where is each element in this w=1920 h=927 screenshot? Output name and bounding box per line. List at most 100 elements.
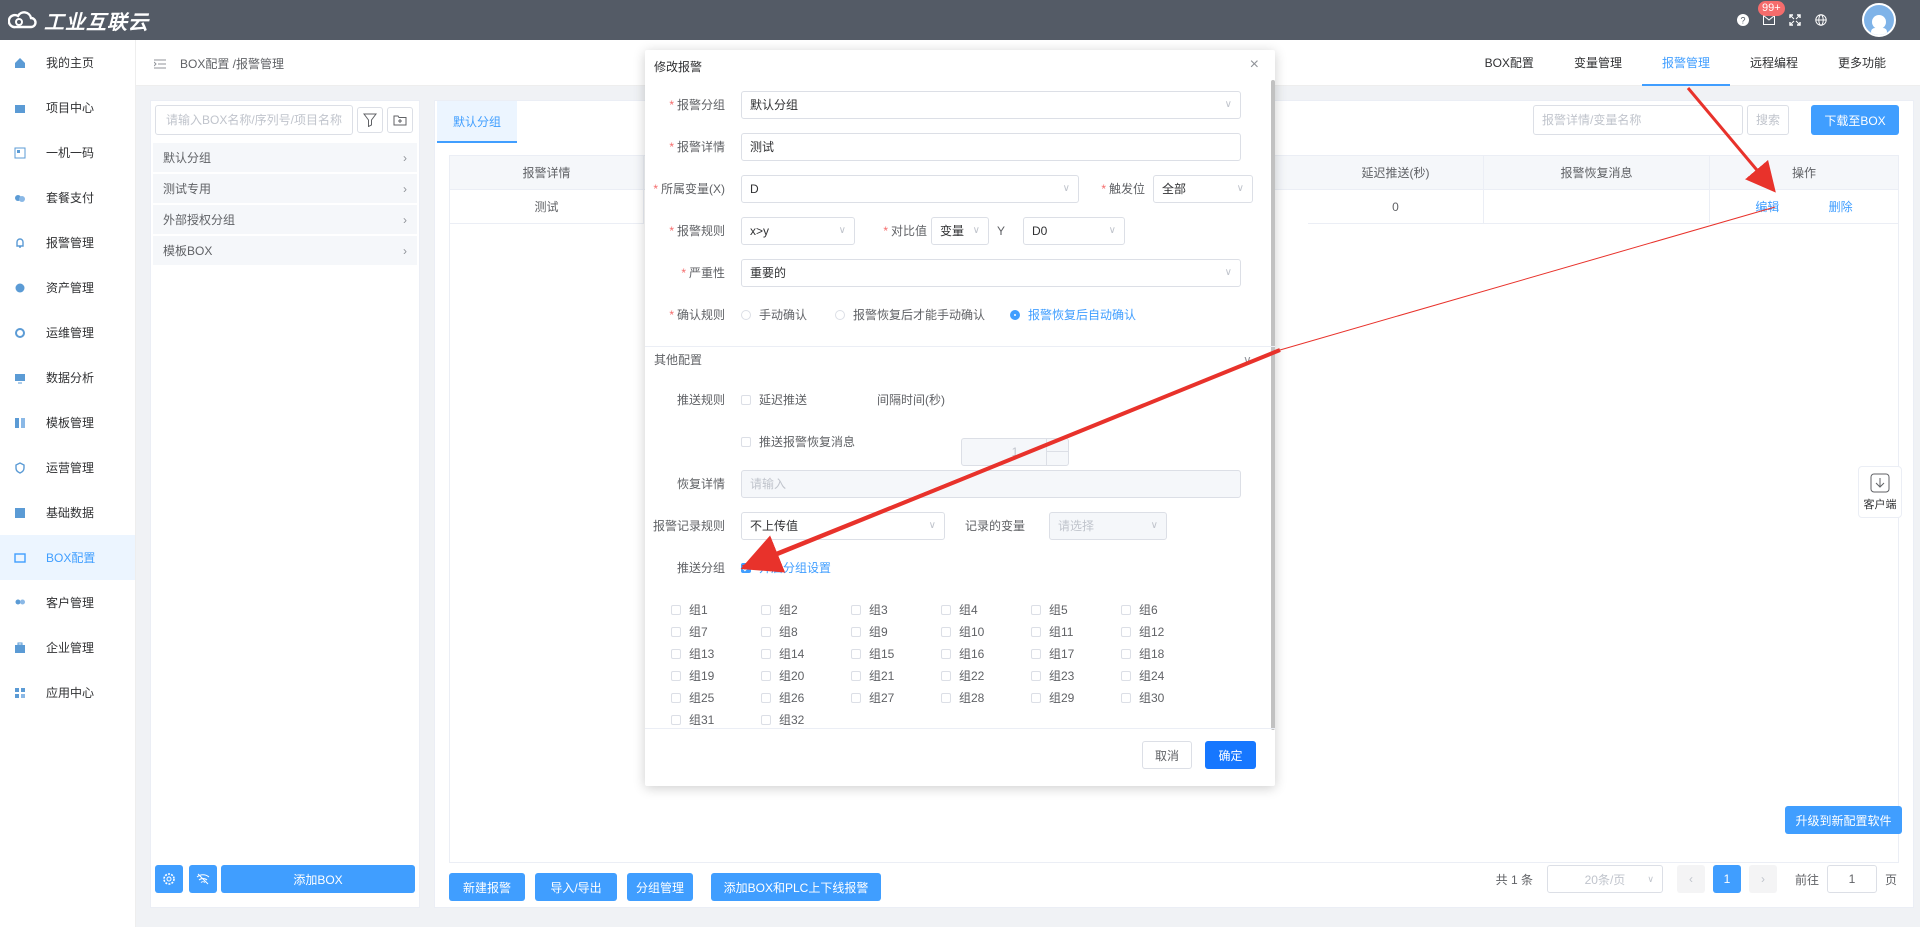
sidebar-item[interactable]: 运营管理 [0, 445, 135, 490]
prev-page-button[interactable]: ‹ [1676, 865, 1705, 893]
group-item[interactable]: 测试专用 › [153, 174, 417, 204]
sidebar-item[interactable]: 报警管理 [0, 220, 135, 265]
radio-confirm-after-restore[interactable]: 报警恢复后才能手动确认 [835, 307, 985, 323]
page-size-select[interactable]: 20条/页 ∨ [1546, 865, 1663, 893]
variable-select[interactable]: D ∨ [741, 175, 1079, 203]
mail-icon[interactable]: 99+ [1758, 1, 1785, 27]
group-checkbox[interactable]: 组16 [941, 646, 984, 662]
next-page-button[interactable]: › [1748, 865, 1777, 893]
restore-detail-input[interactable]: 请输入 [741, 470, 1241, 498]
group-checkbox[interactable]: 组26 [761, 690, 804, 706]
group-checkbox[interactable]: 组12 [1121, 624, 1164, 640]
box-search-input[interactable]: 请输入BOX名称/序列号/项目名称 [155, 105, 353, 135]
trigger-bit-select[interactable]: 全部 ∨ [1153, 175, 1253, 203]
sidebar-item[interactable]: 企业管理 [0, 625, 135, 670]
chevron-down-icon[interactable]: ∨ [1243, 346, 1252, 374]
sidebar-item[interactable]: 基础数据 [0, 490, 135, 535]
sidebar-item[interactable]: 运维管理 [0, 310, 135, 355]
group-checkbox[interactable]: 组21 [851, 668, 894, 684]
group-checkbox[interactable]: 组14 [761, 646, 804, 662]
group-checkbox[interactable]: 组22 [941, 668, 984, 684]
severity-select[interactable]: 重要的 ∨ [741, 259, 1241, 287]
delete-link[interactable]: 删除 [1829, 200, 1853, 214]
group-checkbox[interactable]: 组31 [671, 712, 714, 728]
group-checkbox[interactable]: 组7 [671, 624, 708, 640]
sidebar-item[interactable]: 客户管理 [0, 580, 135, 625]
group-item[interactable]: 默认分组 › [153, 143, 417, 173]
search-button[interactable]: 搜索 [1747, 105, 1789, 135]
group-checkbox[interactable]: 组4 [941, 602, 978, 618]
add-box-plc-alarm-button[interactable]: 添加BOX和PLC上下线报警 [711, 873, 881, 901]
group-checkbox[interactable]: 组17 [1031, 646, 1074, 662]
radio-manual-confirm[interactable]: 手动确认 [741, 307, 807, 323]
group-checkbox[interactable]: 组13 [671, 646, 714, 662]
sidebar-item[interactable]: 数据分析 [0, 355, 135, 400]
sidebar-item[interactable]: 套餐支付 [0, 175, 135, 220]
close-icon[interactable]: × [1250, 56, 1259, 74]
avatar[interactable] [1862, 3, 1896, 37]
cancel-button[interactable]: 取消 [1142, 741, 1192, 769]
dialog-scrollbar[interactable] [1271, 80, 1275, 730]
page-number-current[interactable]: 1 [1712, 865, 1741, 893]
group-checkbox[interactable]: 组20 [761, 668, 804, 684]
group-checkbox[interactable]: 组29 [1031, 690, 1074, 706]
edit-link[interactable]: 编辑 [1755, 200, 1779, 214]
group-item[interactable]: 模板BOX › [153, 236, 417, 266]
group-checkbox[interactable]: 组32 [761, 712, 804, 728]
sidebar-item[interactable]: 应用中心 [0, 670, 135, 715]
tab-alarm-management[interactable]: 报警管理 [1641, 40, 1730, 86]
client-download-widget[interactable]: 客户端 [1858, 466, 1902, 518]
add-box-button[interactable]: 添加BOX [221, 865, 415, 893]
settings-button[interactable] [155, 865, 183, 893]
tab-variable-management[interactable]: 变量管理 [1554, 40, 1642, 86]
sidebar-item[interactable]: 一机一码 [0, 130, 135, 175]
group-checkbox[interactable]: 组28 [941, 690, 984, 706]
fullscreen-icon[interactable] [1788, 13, 1802, 27]
alarm-rule-select[interactable]: x>y ∨ [741, 217, 855, 245]
sidebar-item[interactable]: BOX配置 [0, 535, 135, 580]
group-checkbox[interactable]: 组23 [1031, 668, 1074, 684]
group-checkbox[interactable]: 组5 [1031, 602, 1068, 618]
language-icon[interactable] [1814, 13, 1828, 27]
filter-button[interactable] [357, 107, 383, 133]
group-checkbox[interactable]: 组15 [851, 646, 894, 662]
group-checkbox[interactable]: 组2 [761, 602, 798, 618]
menu-collapse-icon[interactable] [154, 59, 166, 69]
enable-group-checkbox[interactable]: 开启分组设置 [741, 560, 831, 576]
group-management-button[interactable]: 分组管理 [627, 873, 693, 901]
group-checkbox[interactable]: 组3 [851, 602, 888, 618]
stepper-up[interactable] [1046, 439, 1068, 452]
tab-default-group[interactable]: 默认分组 [437, 101, 517, 143]
add-folder-button[interactable] [387, 107, 413, 133]
interval-stepper[interactable]: 1 [961, 438, 1069, 466]
stepper-down[interactable] [1046, 452, 1068, 465]
push-restore-checkbox[interactable]: 推送报警恢复消息 [741, 434, 855, 450]
alarm-detail-input[interactable]: 测试 [741, 133, 1241, 161]
sidebar-item[interactable]: 资产管理 [0, 265, 135, 310]
radio-auto-confirm[interactable]: 报警恢复后自动确认 [1010, 307, 1136, 323]
alarm-search-input[interactable]: 报警详情/变量名称 [1533, 105, 1743, 135]
delay-push-checkbox[interactable]: 延迟推送 [741, 392, 807, 408]
download-to-box-button[interactable]: 下载至BOX [1811, 105, 1899, 135]
group-checkbox[interactable]: 组27 [851, 690, 894, 706]
group-checkbox[interactable]: 组10 [941, 624, 984, 640]
confirm-button[interactable]: 确定 [1205, 741, 1256, 769]
tab-box-config[interactable]: BOX配置 [1465, 40, 1554, 86]
group-checkbox[interactable]: 组19 [671, 668, 714, 684]
alarm-group-select[interactable]: 默认分组 ∨ [741, 91, 1241, 119]
group-checkbox[interactable]: 组9 [851, 624, 888, 640]
help-icon[interactable]: ? [1736, 13, 1750, 27]
group-checkbox[interactable]: 组11 [1031, 624, 1073, 640]
sidebar-item[interactable]: 项目中心 [0, 85, 135, 130]
tab-more-functions[interactable]: 更多功能 [1818, 40, 1906, 86]
sidebar-item[interactable]: 我的主页 [0, 40, 135, 85]
upgrade-config-button[interactable]: 升级到新配置软件 [1785, 806, 1902, 834]
sidebar-item[interactable]: 模板管理 [0, 400, 135, 445]
wifi-off-button[interactable] [189, 865, 217, 893]
group-checkbox[interactable]: 组25 [671, 690, 714, 706]
group-checkbox[interactable]: 组24 [1121, 668, 1164, 684]
record-rule-select[interactable]: 不上传值 ∨ [741, 512, 945, 540]
import-export-button[interactable]: 导入/导出 [535, 873, 617, 901]
group-checkbox[interactable]: 组1 [671, 602, 708, 618]
compare-type-select[interactable]: 变量 ∨ [931, 217, 989, 245]
